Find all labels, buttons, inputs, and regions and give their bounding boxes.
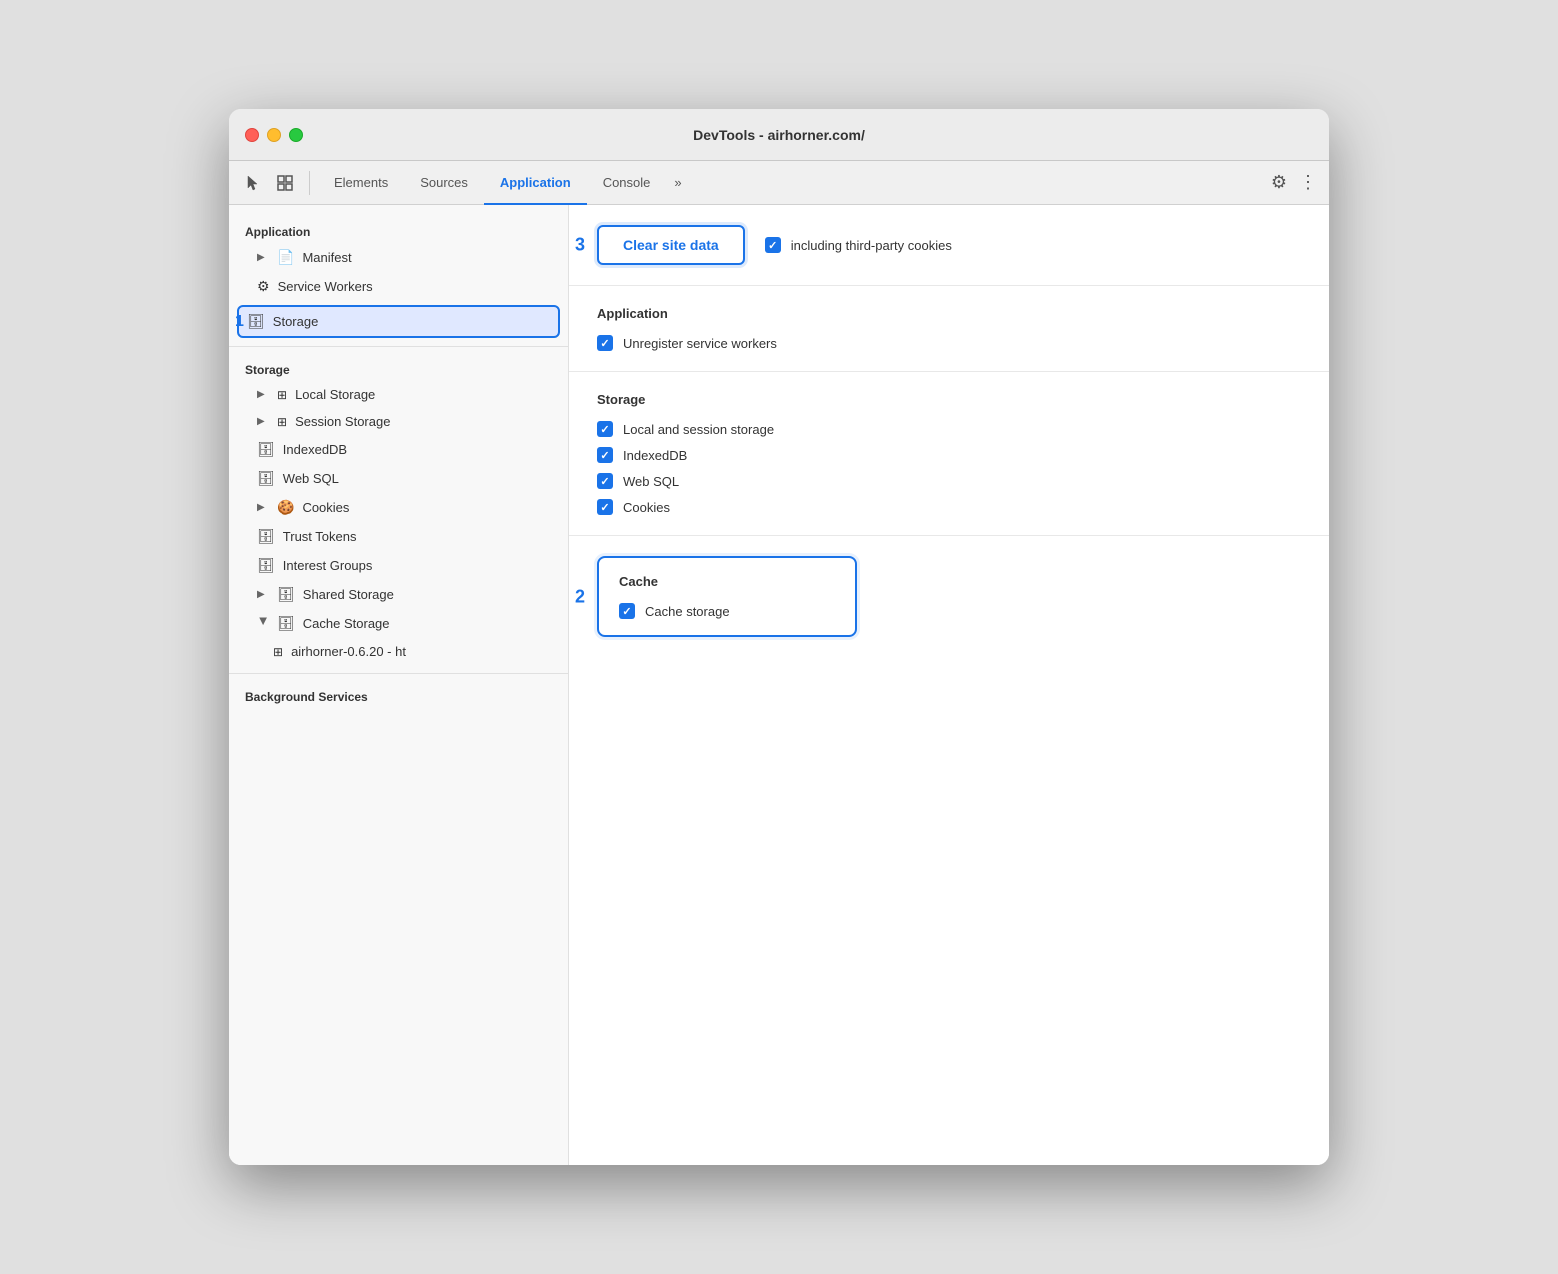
db-icon-trust: 🗄 (257, 528, 275, 545)
badge-1: 1 (235, 313, 244, 331)
sidebar-application-title: Application (229, 217, 568, 243)
tab-bar-right: ⚙ ⋮ (1271, 172, 1317, 193)
cursor-icon[interactable] (241, 171, 265, 195)
sidebar-item-cookies[interactable]: ▶ 🍪 Cookies (229, 493, 568, 522)
sidebar-item-session-storage[interactable]: ▶ ⊞ Session Storage (229, 408, 568, 435)
traffic-lights (245, 128, 303, 142)
cookies-checkbox[interactable] (597, 499, 613, 515)
arrow-icon-cookies: ▶ (257, 502, 269, 513)
clear-site-data-button[interactable]: Clear site data (597, 225, 745, 265)
tab-elements[interactable]: Elements (318, 161, 404, 205)
minimize-button[interactable] (267, 128, 281, 142)
third-party-cookies-row: including third-party cookies (765, 237, 952, 253)
cache-box: Cache Cache storage (597, 556, 857, 637)
indexed-db-checkbox[interactable] (597, 447, 613, 463)
unregister-sw-checkbox[interactable] (597, 335, 613, 351)
arrow-icon-shared: ▶ (257, 589, 269, 600)
indexed-db-row: IndexedDB (597, 447, 1301, 463)
tab-sources[interactable]: Sources (404, 161, 484, 205)
unregister-sw-row: Unregister service workers (597, 335, 1301, 351)
indexed-db-label: IndexedDB (623, 448, 687, 463)
grid-icon-local: ⊞ (277, 388, 287, 402)
close-button[interactable] (245, 128, 259, 142)
application-section-title: Application (597, 306, 1301, 321)
web-sql-row: Web SQL (597, 473, 1301, 489)
sidebar-item-websql[interactable]: 🗄 Web SQL (229, 464, 568, 493)
database-icon: 🗄 (247, 313, 265, 330)
window-title: DevTools - airhorner.com/ (693, 127, 865, 143)
sidebar-item-cache-entry[interactable]: ⊞ airhorner-0.6.20 - ht (229, 638, 568, 665)
cache-section: 2 Cache Cache storage (569, 536, 1329, 657)
more-options-icon[interactable]: ⋮ (1299, 172, 1317, 193)
arrow-icon-local: ▶ (257, 389, 269, 400)
cache-storage-row: Cache storage (619, 603, 835, 619)
cache-storage-label: Cache storage (645, 604, 730, 619)
sidebar-item-indexeddb[interactable]: 🗄 IndexedDB (229, 435, 568, 464)
sidebar-item-service-workers[interactable]: ⚙ Service Workers (229, 272, 568, 301)
header-row: 3 Clear site data including third-party … (569, 205, 1329, 286)
db-icon-interest: 🗄 (257, 557, 275, 574)
grid-icon-session: ⊞ (277, 415, 287, 429)
main-content: Application ▶ 📄 Manifest ⚙ Service Worke… (229, 205, 1329, 1165)
tab-bar: Elements Sources Application Console » ⚙… (229, 161, 1329, 205)
local-session-checkbox[interactable] (597, 421, 613, 437)
arrow-icon-cache: ▶ (258, 618, 269, 630)
db-icon-websql: 🗄 (257, 470, 275, 487)
maximize-button[interactable] (289, 128, 303, 142)
cookies-label: Cookies (623, 500, 670, 515)
tab-console[interactable]: Console (587, 161, 667, 205)
db-icon-shared: 🗄 (277, 586, 295, 603)
sidebar-background-services-title: Background Services (229, 682, 568, 708)
gear-icon: ⚙ (257, 278, 270, 295)
sidebar-item-manifest[interactable]: ▶ 📄 Manifest (229, 243, 568, 272)
badge-3: 3 (575, 235, 585, 256)
tab-application[interactable]: Application (484, 161, 587, 205)
devtools-window: DevTools - airhorner.com/ Elements (229, 109, 1329, 1165)
web-sql-checkbox[interactable] (597, 473, 613, 489)
sidebar-item-storage-wrapper: 1 🗄 Storage (229, 305, 568, 338)
sidebar-item-local-storage[interactable]: ▶ ⊞ Local Storage (229, 381, 568, 408)
arrow-icon: ▶ (257, 252, 269, 263)
badge-2: 2 (575, 586, 585, 607)
application-section: Application Unregister service workers (569, 286, 1329, 372)
manifest-icon: 📄 (277, 249, 294, 266)
grid-icon-entry: ⊞ (273, 645, 283, 659)
inspect-icon[interactable] (273, 171, 297, 195)
settings-icon[interactable]: ⚙ (1271, 172, 1287, 193)
storage-section-title: Storage (597, 392, 1301, 407)
sidebar-item-interest-groups[interactable]: 🗄 Interest Groups (229, 551, 568, 580)
sidebar-item-trust-tokens[interactable]: 🗄 Trust Tokens (229, 522, 568, 551)
storage-section: Storage Local and session storage Indexe… (569, 372, 1329, 536)
third-party-cookies-checkbox[interactable] (765, 237, 781, 253)
sidebar: Application ▶ 📄 Manifest ⚙ Service Worke… (229, 205, 569, 1165)
cookie-icon: 🍪 (277, 499, 294, 516)
db-icon-cache: 🗄 (277, 615, 295, 632)
right-panel: 3 Clear site data including third-party … (569, 205, 1329, 1165)
sidebar-item-cache-storage[interactable]: ▶ 🗄 Cache Storage (229, 609, 568, 638)
tab-icons (241, 171, 310, 195)
cookies-row: Cookies (597, 499, 1301, 515)
db-icon-indexed: 🗄 (257, 441, 275, 458)
cache-storage-checkbox[interactable] (619, 603, 635, 619)
sidebar-divider-1 (229, 346, 568, 347)
arrow-icon-session: ▶ (257, 416, 269, 427)
sidebar-item-shared-storage[interactable]: ▶ 🗄 Shared Storage (229, 580, 568, 609)
unregister-sw-label: Unregister service workers (623, 336, 777, 351)
third-party-cookies-label: including third-party cookies (791, 238, 952, 253)
local-session-label: Local and session storage (623, 422, 774, 437)
local-session-row: Local and session storage (597, 421, 1301, 437)
sidebar-item-storage[interactable]: 🗄 Storage (237, 305, 560, 338)
cache-section-title: Cache (619, 574, 835, 589)
web-sql-label: Web SQL (623, 474, 679, 489)
sidebar-storage-title: Storage (229, 355, 568, 381)
title-bar: DevTools - airhorner.com/ (229, 109, 1329, 161)
tab-more[interactable]: » (666, 161, 689, 205)
sidebar-divider-2 (229, 673, 568, 674)
